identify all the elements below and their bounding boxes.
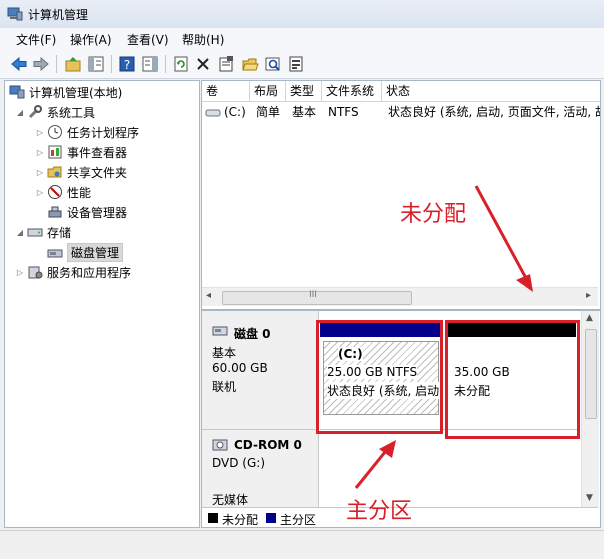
column-header-status[interactable]: 状态 (382, 81, 600, 101)
annotation-primary: 主分区 (346, 499, 413, 524)
scroll-grip: III (309, 290, 317, 300)
collapsed-arrow-icon[interactable]: ▷ (15, 268, 25, 277)
disk-0-label[interactable]: 磁盘 0 基本 60.00 GB 联机 (202, 311, 319, 429)
scroll-up-icon[interactable]: ▲ (586, 313, 593, 323)
menu-file[interactable]: 文件(F) (16, 31, 56, 48)
tools-icon (27, 104, 43, 120)
legend-unallocated: 未分配 (222, 513, 259, 527)
scroll-thumb[interactable]: III (222, 290, 412, 305)
disk-0-state: 联机 (212, 380, 237, 394)
tree-item-services-apps[interactable]: ▷ 服务和应用程序 (15, 263, 131, 281)
cdrom-0-label[interactable]: CD-ROM 0 DVD (G:) 无媒体 (202, 429, 319, 508)
computer-management-icon (9, 84, 25, 100)
title-bar: 计算机管理 (0, 0, 604, 29)
performance-icon (47, 184, 63, 200)
event-viewer-icon (47, 144, 63, 160)
properties-icon[interactable] (216, 54, 236, 74)
legend-primary: 主分区 (280, 513, 317, 527)
disk-0-name: 磁盘 0 (234, 327, 271, 341)
menu-action[interactable]: 操作(A) (70, 31, 112, 48)
refresh-icon[interactable] (171, 54, 191, 74)
open-icon[interactable] (240, 54, 260, 74)
tree-item-device-manager[interactable]: 设备管理器 (47, 203, 127, 221)
menu-help[interactable]: 帮助(H) (182, 31, 224, 48)
scroll-down-icon[interactable]: ▼ (586, 493, 593, 503)
delete-icon[interactable] (193, 54, 213, 74)
table-row[interactable]: (C:) 简单 基本 NTFS 状态良好 (系统, 启动, 页面文件, 活动, … (202, 103, 600, 121)
storage-icon (27, 224, 43, 240)
cdrom-0-name: CD-ROM 0 (234, 438, 302, 452)
tree-item-task-scheduler[interactable]: ▷ 任务计划程序 (35, 123, 139, 141)
tree-item-shared-folders[interactable]: ▷ 共享文件夹 (35, 163, 127, 181)
column-header-type[interactable]: 类型 (286, 81, 322, 101)
disk-0-type: 基本 (212, 346, 237, 360)
cell-layout: 简单 (256, 105, 281, 119)
svg-text:?: ? (124, 58, 130, 72)
volume-list-header: 卷 布局 类型 文件系统 状态 (202, 81, 600, 102)
shared-folder-icon (47, 164, 63, 180)
up-folder-icon[interactable] (63, 54, 83, 74)
cell-type: 基本 (292, 105, 317, 119)
cell-filesystem: NTFS (328, 105, 359, 119)
hard-disk-icon (212, 326, 228, 336)
legend-swatch-primary (266, 513, 276, 523)
expanded-arrow-icon[interactable]: ◢ (15, 108, 25, 117)
services-icon (27, 264, 43, 280)
cdrom-0-drive: DVD (G:) (212, 456, 265, 470)
menu-bar: 文件(F) 操作(A) 查看(V) 帮助(H) (0, 28, 604, 51)
collapsed-arrow-icon[interactable]: ▷ (35, 128, 45, 137)
computer-management-icon (7, 7, 23, 21)
drive-icon (205, 106, 221, 118)
collapsed-arrow-icon[interactable]: ▷ (35, 168, 45, 177)
tree-item-event-viewer[interactable]: ▷ 事件查看器 (35, 143, 127, 161)
scroll-left-icon[interactable]: ◂ (206, 290, 211, 301)
disk-0-size: 60.00 GB (212, 361, 268, 375)
primary-partition-highlight (316, 320, 443, 434)
tree-item-storage[interactable]: ◢ 存储 (15, 223, 71, 241)
clock-icon (47, 124, 63, 140)
back-icon[interactable] (9, 54, 29, 74)
column-header-layout[interactable]: 布局 (250, 81, 286, 101)
help-icon[interactable]: ? (117, 54, 137, 74)
toolbar: ? (0, 50, 604, 79)
export-icon[interactable] (286, 54, 306, 74)
navigation-tree: 计算机管理(本地) ◢ 系统工具 ▷ 任务计划程序 ▷ 事件查看器 ▷ 共享文件… (4, 80, 200, 528)
volume-list: 卷 布局 类型 文件系统 状态 (C:) 简单 基本 NTFS 状态良好 (系统… (201, 80, 601, 310)
cell-status: 状态良好 (系统, 启动, 页面文件, 活动, 故 (388, 105, 600, 119)
collapsed-arrow-icon[interactable]: ▷ (35, 148, 45, 157)
forward-icon[interactable] (31, 54, 51, 74)
annotation-unallocated: 未分配 (400, 202, 467, 227)
vertical-scrollbar[interactable]: ▲ ▼ (581, 311, 599, 507)
cell-volume: (C:) (224, 105, 246, 119)
menu-view[interactable]: 查看(V) (127, 31, 169, 48)
tree-item-system-tools[interactable]: ◢ 系统工具 (15, 103, 95, 121)
tree-item-computer-management[interactable]: 计算机管理(本地) (9, 83, 122, 101)
cdrom-icon (212, 439, 228, 451)
unallocated-highlight (445, 320, 580, 439)
search-icon[interactable] (263, 54, 283, 74)
scroll-right-icon[interactable]: ▸ (586, 290, 591, 301)
tree-item-disk-management[interactable]: 磁盘管理 (47, 242, 124, 262)
column-header-filesystem[interactable]: 文件系统 (322, 81, 382, 101)
status-bar (0, 530, 604, 559)
scroll-thumb[interactable] (585, 329, 597, 419)
expanded-arrow-icon[interactable]: ◢ (15, 228, 25, 237)
cdrom-0-media: 无媒体 (212, 493, 249, 507)
disk-management-icon (47, 244, 63, 260)
column-header-volume[interactable]: 卷 (202, 81, 250, 101)
horizontal-scrollbar[interactable]: ◂ III ▸ (202, 287, 598, 306)
collapsed-arrow-icon[interactable]: ▷ (35, 188, 45, 197)
window-title: 计算机管理 (28, 8, 89, 22)
show-tree-icon[interactable] (86, 54, 106, 74)
action-pane-icon[interactable] (140, 54, 160, 74)
legend-swatch-unallocated (208, 513, 218, 523)
tree-item-performance[interactable]: ▷ 性能 (35, 183, 91, 201)
device-manager-icon (47, 204, 63, 220)
